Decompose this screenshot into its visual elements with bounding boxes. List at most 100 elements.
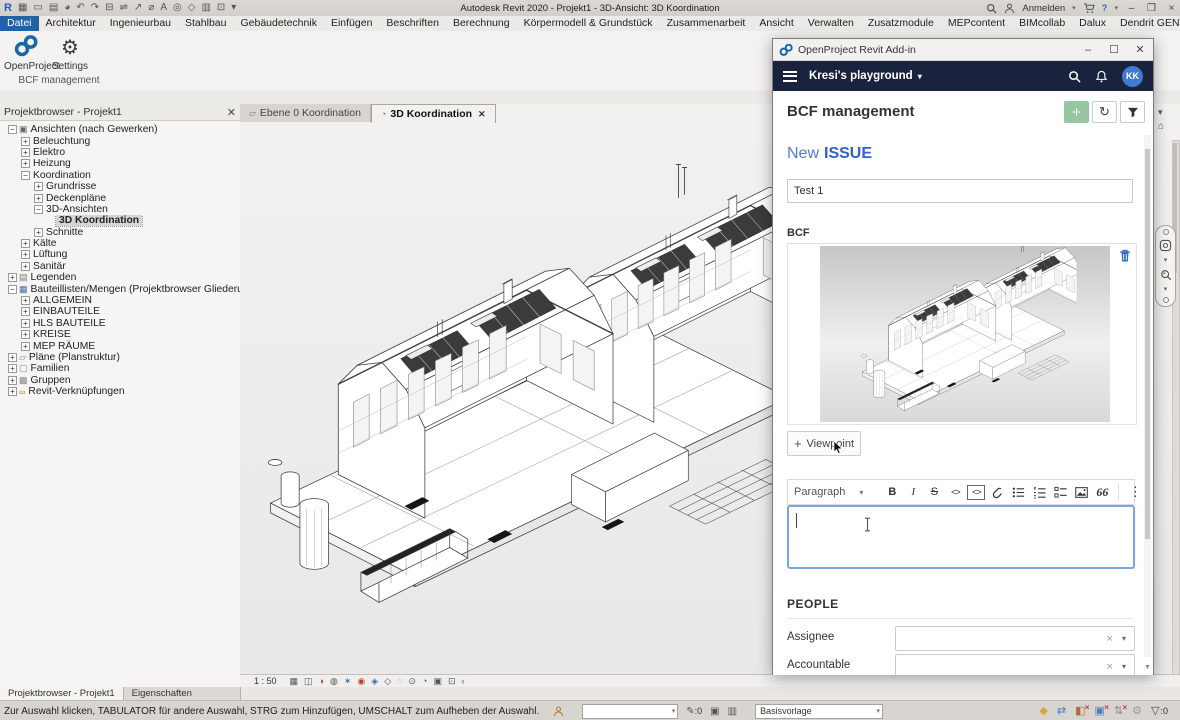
refresh-button[interactable]: ↻ [1092, 101, 1117, 123]
add-viewpoint-button[interactable]: + Viewpoint [787, 431, 861, 456]
cart-icon[interactable] [1083, 3, 1095, 14]
undo-icon[interactable]: ↶ [76, 0, 84, 16]
tree-toggle-icon[interactable]: + [21, 330, 30, 339]
tree-toggle-icon[interactable]: + [34, 182, 43, 191]
print-icon[interactable]: ⊟ [105, 0, 113, 16]
isolate-icon[interactable]: ◌ [397, 676, 402, 687]
close-button[interactable]: × [1165, 2, 1178, 14]
navigation-bar[interactable]: ▾ ▾ [1155, 225, 1176, 307]
tree-item[interactable]: +Lüftung [0, 249, 240, 260]
tree-item[interactable]: +HLS BAUTEILE [0, 318, 240, 329]
tree-item[interactable]: +MEP RÄUME [0, 340, 240, 351]
ribbon-tab-verwalten[interactable]: Verwalten [801, 16, 861, 31]
maximize-button[interactable]: ☐ [1101, 40, 1127, 60]
view-tab-3d-koordination[interactable]: ◔3D Koordination✕ [371, 104, 496, 123]
tree-toggle-icon[interactable]: + [8, 387, 17, 396]
link-button[interactable] [988, 482, 1006, 502]
revit-logo[interactable]: R [4, 0, 12, 16]
dropdown-icon[interactable]: ▾ [231, 0, 236, 16]
tree-toggle-icon[interactable]: + [21, 296, 30, 305]
search-icon[interactable] [986, 3, 997, 14]
help-icon[interactable]: ? [1102, 3, 1108, 14]
ribbon-tab-berechnung[interactable]: Berechnung [446, 16, 517, 31]
sign-in-button[interactable]: Anmelden [1022, 3, 1065, 14]
tree-item[interactable]: +Elektro [0, 147, 240, 158]
ribbon-tab-mepcontent[interactable]: MEPcontent [941, 16, 1012, 31]
menu-icon[interactable] [783, 71, 797, 82]
worksharing-users-icon[interactable]: ◧× [1075, 705, 1085, 717]
strikethrough-button[interactable]: S [925, 482, 943, 502]
tree-item[interactable]: −3D-Ansichten [0, 204, 240, 215]
tree-toggle-icon[interactable]: − [34, 205, 43, 214]
bold-button[interactable]: B [883, 482, 901, 502]
ribbon-tab-datei[interactable]: Datei [0, 16, 39, 31]
tree-toggle-icon[interactable]: + [8, 364, 17, 373]
minimize-button[interactable]: – [1075, 40, 1101, 60]
vertical-scrollbar[interactable] [1172, 140, 1180, 682]
tree-item[interactable]: −▣Ansichten (nach Gewerken) [0, 124, 240, 135]
panel-tab-eigenschaften[interactable]: Eigenschaften [124, 687, 200, 700]
editing-requests-icon[interactable]: ⇄ [1057, 705, 1066, 717]
thin-lines-icon[interactable]: ▥ [201, 0, 210, 16]
ribbon-tab-zusammenarbeit[interactable]: Zusammenarbeit [660, 16, 753, 31]
tag-icon[interactable]: ⌀ [148, 0, 154, 16]
task-list-button[interactable] [1051, 482, 1069, 502]
view-tab-ebene-0-koordination[interactable]: ▱Ebene 0 Koordination [240, 104, 371, 122]
constraints-icon[interactable]: ⊡ [448, 676, 456, 687]
avatar[interactable]: KK [1122, 66, 1143, 87]
tree-toggle-icon[interactable]: + [8, 353, 17, 362]
tree-toggle-icon[interactable]: + [8, 376, 17, 385]
addin-title-bar[interactable]: OpenProject Revit Add-in – ☐ ✕ [773, 39, 1153, 61]
more-options-button[interactable]: ⋮ [1126, 482, 1144, 502]
selection-filter-icon[interactable]: ▽:0 [1151, 705, 1168, 717]
workset-select[interactable]: ▾ [582, 704, 678, 719]
design-option-select[interactable]: Basisvorlage ▾ [755, 704, 883, 719]
italic-button[interactable]: I [904, 482, 922, 502]
tree-item[interactable]: −Koordination [0, 170, 240, 181]
tree-toggle-icon[interactable]: + [34, 194, 43, 203]
crop-region-icon[interactable]: ◈ [371, 676, 378, 687]
ui-icon[interactable]: ⊡ [217, 0, 225, 16]
measure-icon[interactable]: ⇌ [120, 0, 128, 16]
ribbon-tab-stahlbau[interactable]: Stahlbau [178, 16, 233, 31]
project-browser-header[interactable]: Projektbrowser - Projekt1 ✕ [0, 104, 240, 121]
tree-toggle-icon[interactable]: + [8, 273, 17, 282]
properties-icon[interactable]: ▣ [433, 676, 442, 687]
delete-viewpoint-icon[interactable] [1119, 249, 1131, 266]
lock-3d-icon[interactable]: ◇ [384, 676, 391, 687]
chevron-down-icon[interactable]: ▾ [1072, 4, 1076, 12]
ribbon-tab-beschriften[interactable]: Beschriften [379, 16, 446, 31]
project-selector[interactable]: Kresi's playground ▾ [809, 70, 922, 82]
addin-scrollbar[interactable] [1144, 135, 1151, 657]
tree-item[interactable]: +▢Familien [0, 363, 240, 374]
tree-item[interactable]: +Kälte [0, 238, 240, 249]
insert-image-button[interactable] [1072, 482, 1090, 502]
close-icon[interactable]: ✕ [478, 109, 486, 120]
minimize-button[interactable]: – [1125, 2, 1138, 14]
tree-toggle-icon[interactable]: + [21, 342, 30, 351]
close-button[interactable]: ✕ [1127, 40, 1153, 60]
restore-button[interactable]: ❒ [1145, 2, 1158, 14]
ribbon-tab-bimcollab[interactable]: BIMcollab [1012, 16, 1072, 31]
steering-wheel-icon[interactable] [1159, 239, 1172, 252]
openproject-ribbon-button[interactable]: OpenProject [4, 35, 48, 72]
bulleted-list-button[interactable] [1009, 482, 1027, 502]
tree-toggle-icon[interactable]: + [21, 307, 30, 316]
tree-item[interactable]: +Sanitär [0, 261, 240, 272]
viewpoint-thumbnail[interactable] [820, 246, 1110, 422]
tree-item[interactable]: +Beleuchtung [0, 135, 240, 146]
tree-item[interactable]: +Deckenpläne [0, 192, 240, 203]
chevron-down-icon[interactable]: ▾ [1164, 256, 1168, 264]
section-icon[interactable]: ◇ [188, 0, 196, 16]
chevron-down-icon[interactable]: ▾ [1164, 285, 1168, 293]
ribbon-tab-zusatzmodule[interactable]: Zusatzmodule [861, 16, 941, 31]
ribbon-tab-ansicht[interactable]: Ansicht [752, 16, 800, 31]
settings-ribbon-button[interactable]: ⚙ Settings [48, 35, 92, 72]
sync-status-icon[interactable]: ⇅× [1114, 705, 1123, 717]
view-scale[interactable]: 1 : 50 [254, 676, 277, 686]
redo-icon[interactable]: ↷ [91, 0, 99, 16]
tree-toggle-icon[interactable]: + [21, 319, 30, 328]
visual-style-icon[interactable]: ◫ [304, 676, 313, 687]
ribbon-tab-k-rpermodell-grundst-ck[interactable]: Körpermodell & Grundstück [517, 16, 660, 31]
design-options-icon[interactable]: ▣× [1095, 705, 1105, 717]
